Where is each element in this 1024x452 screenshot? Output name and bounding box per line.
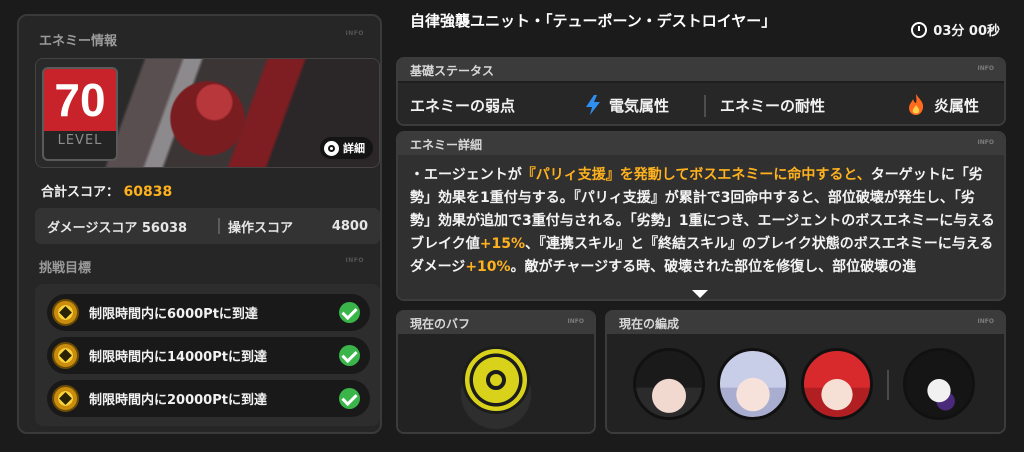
current-team-panel: 現在の編成 INFO [605,310,1006,434]
goal-medal-icon [52,342,79,369]
total-score: 合計スコア： 60838 [41,181,172,200]
operation-score-value: 4800 [331,218,368,234]
weakness-value: 電気属性 [609,97,670,115]
total-score-value: 60838 [123,184,173,200]
operation-score-label: 操作スコア [228,220,294,236]
info-tag: INFO [567,318,584,325]
basic-status-panel: 基礎ステータス INFO エネミーの弱点 電気属性 エネミーの耐性 炎属性 [396,57,1006,126]
detail-button[interactable]: 詳細 [320,137,373,159]
challenge-goals: 制限時間内に6000Ptに到達 制限時間内に14000Ptに到達 制限時間内に2… [35,284,380,426]
panel-title: 現在のバフ [410,317,471,331]
panel-header: 基礎ステータス INFO [398,59,1004,81]
detail-highlight: +10% [465,259,511,275]
panel-header: 現在のバフ INFO [398,312,594,334]
info-tag: INFO [345,257,364,264]
detail-icon [324,140,339,156]
goal-label: 制限時間内に20000Ptに到達 [89,393,267,408]
buff-area [398,334,594,432]
panel-title: エネミー詳細 [410,138,483,152]
detail-button-label: 詳細 [343,142,365,155]
check-icon [339,302,360,323]
panel-title: 基礎ステータス [410,64,495,78]
status-divider [704,95,706,117]
goal-label: 制限時間内に6000Ptに到達 [89,307,258,322]
goal-medal-icon [52,385,79,412]
panel-title: 現在の編成 [619,317,680,331]
damage-score: ダメージスコア 56038 [47,220,188,236]
timer: 03分 00秒 [911,20,1000,39]
detail-highlight: 『パリィ支援』を発動してボスエネミーに命中すると、 [521,167,871,183]
score-breakdown: ダメージスコア 56038 操作スコア 4800 [35,208,380,244]
scroll-down-indicator[interactable] [692,290,708,298]
level-value: 70 [44,69,116,131]
level-label: LEVEL [57,133,103,148]
goal-item: 制限時間内に20000Ptに到達 [47,380,370,417]
challenge-title: 挑戦目標 [39,261,92,276]
enemy-card[interactable]: 70 LEVEL 詳細 [35,58,380,168]
info-tag: INFO [977,65,994,72]
team-area [607,334,1004,432]
check-icon [339,388,360,409]
goal-item: 制限時間内に6000Ptに到達 [47,294,370,331]
enemy-title: 自律強襲ユニット・「テューポーン・デストロイヤー」 [410,12,777,30]
level-badge: 70 LEVEL [42,67,118,161]
enemy-info-panel: エネミー情報 INFO 70 LEVEL 詳細 合計スコア： 60838 ダメー… [17,14,382,434]
agent-avatar[interactable] [717,348,789,420]
current-buff-panel: 現在のバフ INFO [396,310,596,434]
score-divider [218,218,220,234]
info-tag: INFO [977,318,994,325]
team-divider [887,370,889,400]
panel-header: エネミー詳細 INFO [398,133,1004,155]
total-score-label: 合計スコア： [41,185,120,200]
enemy-detail-panel[interactable]: エネミー詳細 INFO ・エージェントが『パリィ支援』を発動してボスエネミーに命… [396,131,1006,301]
agent-avatar[interactable] [801,348,873,420]
electric-icon [586,95,600,115]
enemy-info-title: エネミー情報 [39,34,118,49]
status-row: エネミーの弱点 電気属性 エネミーの耐性 炎属性 [398,83,1004,124]
info-tag: INFO [345,30,364,37]
detail-text-part: ・エージェントが [410,167,522,183]
buff-icon[interactable] [462,346,530,414]
resistance-label: エネミーの耐性 [720,97,826,115]
fire-icon [909,94,924,115]
goal-medal-icon [52,299,79,326]
check-icon [339,345,360,366]
goal-label: 制限時間内に14000Ptに到達 [89,350,267,365]
panel-header: 現在の編成 INFO [607,312,1004,334]
goal-item: 制限時間内に14000Ptに到達 [47,337,370,374]
bangboo-avatar[interactable] [903,348,975,420]
weakness-label: エネミーの弱点 [410,97,516,115]
detail-scroll-area[interactable]: ・エージェントが『パリィ支援』を発動してボスエネミーに命中すると、ターゲットに「… [398,155,1004,299]
resistance-value: 炎属性 [934,97,980,115]
timer-value: 03分 00秒 [933,24,1000,39]
detail-highlight: +15% [479,236,525,252]
agent-avatar[interactable] [633,348,705,420]
detail-text: ・エージェントが『パリィ支援』を発動してボスエネミーに命中すると、ターゲットに「… [410,164,995,279]
info-tag: INFO [977,139,994,146]
detail-text-part: 。敵がチャージする時、破壊された部位を修復し、部位破壊の進 [510,259,917,275]
clock-icon [911,21,928,38]
